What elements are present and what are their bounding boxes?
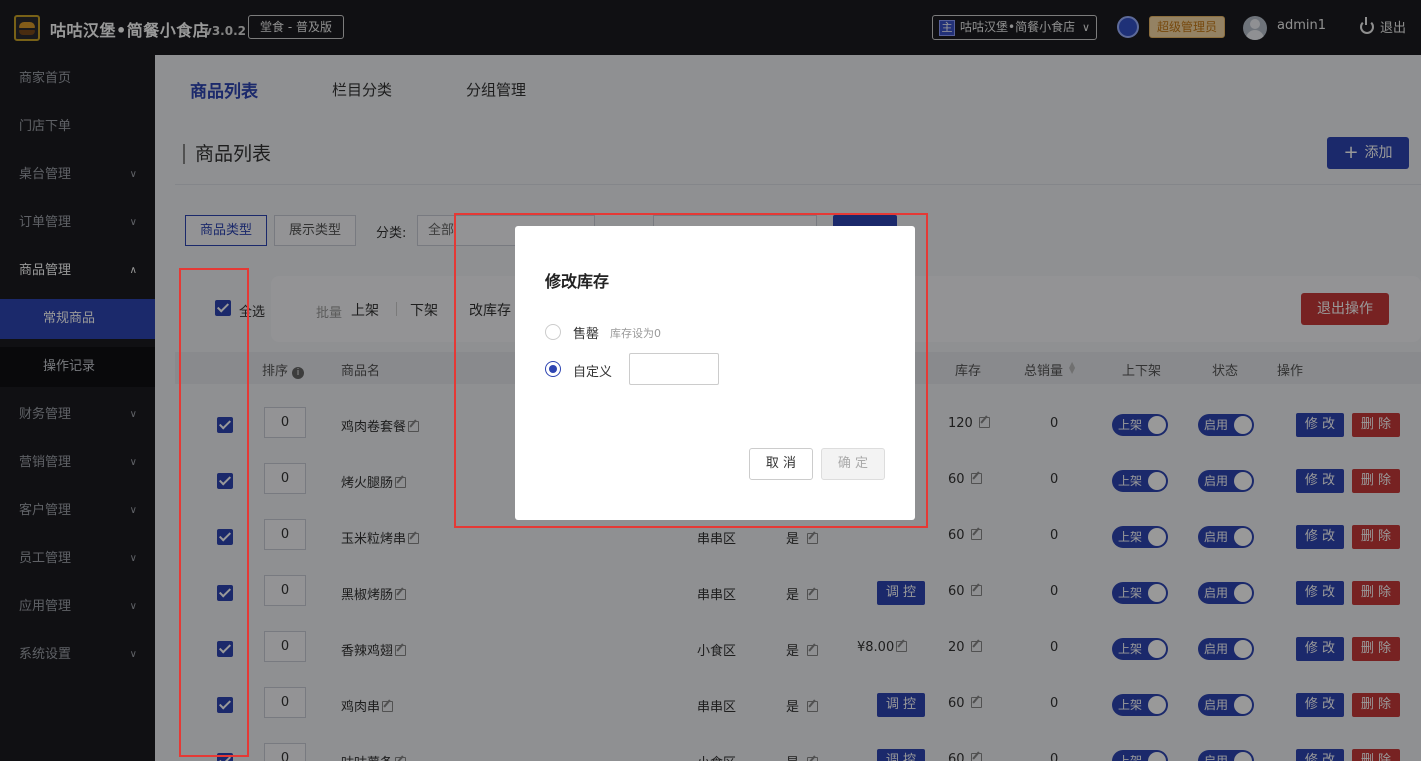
- highlight-checkbox-column: [179, 268, 249, 757]
- confirm-button[interactable]: 确 定: [821, 448, 885, 480]
- cancel-button[interactable]: 取 消: [749, 448, 813, 480]
- radio-sold-out[interactable]: [545, 324, 561, 340]
- modal-title: 修改库存: [545, 272, 610, 291]
- radio-custom[interactable]: [545, 361, 561, 377]
- stock-value-input[interactable]: [629, 353, 719, 385]
- option-sold-out-label: 售罄: [573, 327, 600, 342]
- option-sold-out-hint: 库存设为0: [610, 327, 661, 340]
- edit-stock-modal: 修改库存 售罄 库存设为0 自定义 取 消 确 定: [515, 226, 915, 520]
- option-custom-label: 自定义: [573, 365, 613, 380]
